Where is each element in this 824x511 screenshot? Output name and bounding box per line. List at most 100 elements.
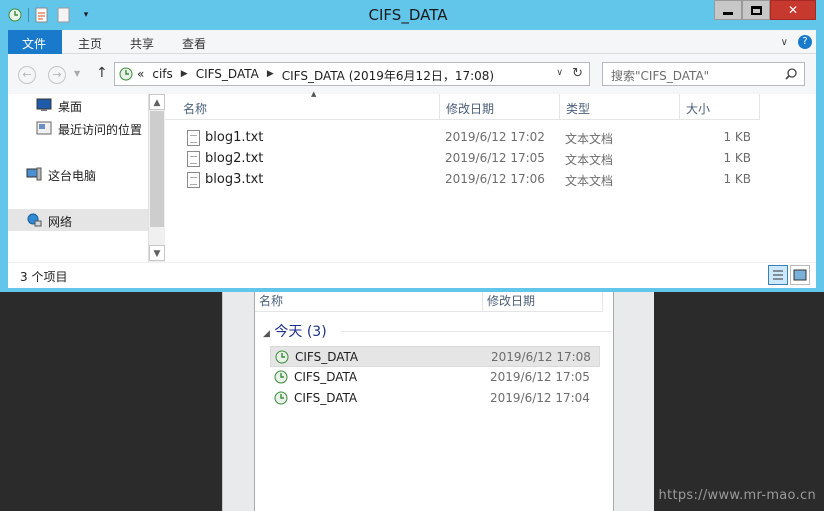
explorer-window: ▾ CIFS_DATA ✕ 文件 主页 共享 查看 ∨ ? ← → ▼ ↑ « …: [0, 0, 824, 292]
forward-arrow-icon: →: [52, 68, 62, 81]
file-type: 文本文档: [565, 132, 614, 146]
search-icon[interactable]: [785, 68, 797, 80]
text-file-icon: [187, 130, 200, 146]
file-date: 2019/6/12 17:06: [445, 172, 545, 186]
nav-pane-scrollbar[interactable]: ▲ ▼: [148, 94, 165, 262]
file-list: ▲ 名称 修改日期 类型 大小 blog1.txt 2019/6/12 17:0…: [165, 90, 816, 262]
breadcrumb-cifs[interactable]: cifs: [152, 67, 172, 84]
scroll-up-icon[interactable]: ▲: [149, 94, 165, 110]
file-size: 1 KB: [723, 130, 751, 144]
large-icons-view-icon: [793, 269, 807, 281]
address-bar[interactable]: « cifs ▶ CIFS_DATA ▶ CIFS_DATA (2019年6月1…: [114, 62, 590, 86]
file-name: blog2.txt: [205, 151, 264, 166]
nav-item-network[interactable]: 网络: [8, 209, 148, 231]
folder-history-icon: [274, 370, 288, 384]
details-view-button[interactable]: [768, 265, 788, 285]
version-date: 2019/6/12 17:04: [490, 391, 590, 405]
tab-view[interactable]: 查看: [168, 30, 220, 54]
version-row[interactable]: CIFS_DATA 2019/6/12 17:05: [270, 367, 600, 388]
breadcrumb-cifs-data[interactable]: CIFS_DATA: [196, 67, 259, 84]
column-header-name[interactable]: 名称: [165, 94, 440, 120]
tab-share[interactable]: 共享: [116, 30, 168, 54]
column-header-date[interactable]: 修改日期: [440, 94, 560, 120]
scroll-down-icon[interactable]: ▼: [149, 245, 165, 261]
network-icon: [27, 213, 42, 227]
folder-history-icon: [275, 350, 289, 364]
version-name: CIFS_DATA: [294, 370, 358, 384]
window-controls: ✕: [714, 0, 816, 20]
breadcrumb-overflow[interactable]: «: [137, 67, 144, 84]
bg-column-name[interactable]: 名称: [255, 290, 483, 312]
file-name: blog3.txt: [205, 172, 264, 187]
group-label: 今天 (3): [274, 324, 327, 340]
background-desktop-right: [654, 290, 824, 511]
version-name: CIFS_DATA: [295, 350, 359, 364]
file-row[interactable]: blog3.txt 2019/6/12 17:06 文本文档 1 KB: [165, 169, 765, 190]
back-button[interactable]: ←: [18, 66, 36, 84]
scrollbar-thumb[interactable]: [150, 111, 164, 227]
watermark-text: https://www.mr-mao.cn: [658, 488, 816, 503]
computer-icon: [26, 167, 42, 181]
column-header-size[interactable]: 大小: [680, 94, 760, 120]
collapse-arrow-icon: ◢: [263, 329, 270, 339]
file-row[interactable]: blog1.txt 2019/6/12 17:02 文本文档 1 KB: [165, 127, 765, 148]
item-count: 3 个项目: [20, 270, 68, 284]
background-desktop-left: [0, 290, 222, 511]
minimize-button[interactable]: [714, 0, 742, 20]
nav-item-this-pc[interactable]: 这台电脑: [8, 163, 148, 185]
previous-versions-list: 名称 修改日期 ◢ 今天 (3) CIFS_DATA 2019/6/12 17:…: [254, 290, 614, 511]
version-date: 2019/6/12 17:08: [491, 350, 591, 364]
ribbon-tabs: 文件 主页 共享 查看 ∨ ?: [8, 30, 816, 54]
large-icons-view-button[interactable]: [790, 265, 810, 285]
chevron-right-icon[interactable]: ▶: [181, 69, 188, 84]
text-file-icon: [187, 172, 200, 188]
nav-item-label: 这台电脑: [48, 169, 97, 183]
expand-ribbon-icon[interactable]: ∨: [781, 37, 788, 48]
maximize-icon: [750, 5, 762, 15]
window-title: CIFS_DATA: [368, 6, 448, 24]
text-file-icon: [187, 151, 200, 167]
forward-button[interactable]: →: [48, 66, 66, 84]
minimize-icon: [723, 11, 733, 15]
navigation-pane: 桌面 最近访问的位置 这台电脑 网络: [8, 94, 148, 262]
status-bar: 3 个项目: [8, 262, 816, 288]
nav-item-recent-places[interactable]: 最近访问的位置: [8, 117, 148, 139]
search-box[interactable]: 搜索"CIFS_DATA": [602, 62, 805, 86]
address-dropdown-icon[interactable]: ∨: [556, 68, 563, 78]
version-row[interactable]: CIFS_DATA 2019/6/12 17:08: [270, 346, 600, 367]
search-placeholder: 搜索"CIFS_DATA": [611, 69, 710, 83]
version-date: 2019/6/12 17:05: [490, 370, 590, 384]
column-header-type[interactable]: 类型: [560, 94, 680, 120]
group-divider: [341, 331, 611, 332]
file-type: 文本文档: [565, 153, 614, 167]
help-icon[interactable]: ?: [798, 35, 812, 49]
navigation-bar: ← → ▼ ↑ « cifs ▶ CIFS_DATA ▶ CIFS_DATA (…: [8, 54, 816, 94]
details-view-icon: [773, 270, 783, 280]
breadcrumb-snapshot[interactable]: CIFS_DATA (2019年6月12日，17:08): [282, 67, 494, 84]
ribbon-right-controls: ∨ ?: [781, 35, 812, 49]
file-name: blog1.txt: [205, 130, 264, 145]
file-date: 2019/6/12 17:05: [445, 151, 545, 165]
previous-versions-dialog: 名称 修改日期 ◢ 今天 (3) CIFS_DATA 2019/6/12 17:…: [222, 290, 654, 511]
tab-home[interactable]: 主页: [64, 30, 116, 54]
tab-file[interactable]: 文件: [8, 30, 62, 54]
up-arrow-icon[interactable]: ↑: [96, 65, 108, 81]
title-bar[interactable]: ▾ CIFS_DATA ✕: [0, 0, 824, 30]
bg-column-date[interactable]: 修改日期: [483, 290, 603, 312]
maximize-button[interactable]: [742, 0, 770, 20]
version-name: CIFS_DATA: [294, 391, 358, 405]
file-row[interactable]: blog2.txt 2019/6/12 17:05 文本文档 1 KB: [165, 148, 765, 169]
group-header-today[interactable]: ◢ 今天 (3): [263, 321, 327, 341]
nav-item-desktop[interactable]: 桌面: [8, 94, 148, 116]
recent-locations-dropdown-icon[interactable]: ▼: [74, 69, 80, 78]
nav-item-label: 网络: [48, 215, 73, 229]
close-button[interactable]: ✕: [770, 0, 816, 20]
chevron-right-icon[interactable]: ▶: [267, 69, 274, 84]
file-date: 2019/6/12 17:02: [445, 130, 545, 144]
recent-places-icon: [36, 121, 52, 135]
breadcrumb: « cifs ▶ CIFS_DATA ▶ CIFS_DATA (2019年6月1…: [137, 67, 494, 84]
file-size: 1 KB: [723, 151, 751, 165]
version-row[interactable]: CIFS_DATA 2019/6/12 17:04: [270, 388, 600, 409]
folder-history-icon: [119, 67, 133, 81]
refresh-icon[interactable]: ↻: [572, 66, 583, 81]
